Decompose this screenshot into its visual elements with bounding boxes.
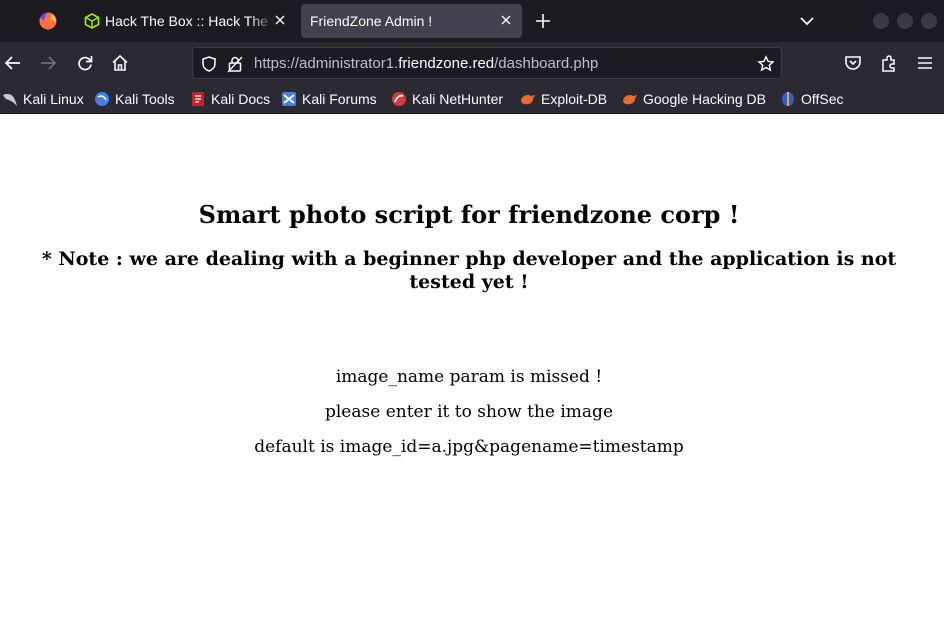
tab-strip: Hack The Box :: Hack The Box FriendZone … bbox=[0, 0, 944, 42]
bookmark-label: Kali Forums bbox=[302, 91, 377, 107]
navigation-toolbar: https://administrator1.friendzone.red/da… bbox=[0, 42, 944, 84]
offsec-icon bbox=[782, 92, 794, 106]
bookmark-kali-linux[interactable]: Kali Linux bbox=[2, 84, 84, 114]
page-content: Smart photo script for friendzone corp !… bbox=[0, 115, 944, 624]
developer-note: * Note : we are dealing with a beginner … bbox=[41, 248, 897, 293]
bookmark-label: Google Hacking DB bbox=[643, 91, 766, 107]
bookmark-label: Kali Docs bbox=[211, 91, 271, 107]
pocket-icon[interactable] bbox=[843, 53, 863, 73]
url-domain: friendzone.red bbox=[398, 55, 495, 72]
shield-icon[interactable] bbox=[200, 55, 218, 73]
bookmark-label: Kali NetHunter bbox=[412, 91, 504, 107]
chevron-down-icon[interactable] bbox=[797, 12, 817, 30]
tab-title: FriendZone Admin ! bbox=[310, 13, 433, 29]
home-icon[interactable] bbox=[110, 53, 130, 73]
close-tab-icon[interactable] bbox=[498, 12, 514, 28]
hamburger-menu-icon[interactable] bbox=[915, 53, 935, 73]
tab-hack-the-box[interactable]: Hack The Box :: Hack The Box bbox=[74, 4, 296, 38]
bookmark-offsec[interactable]: OffSec bbox=[780, 84, 844, 114]
missing-param-message: image_name param is missed ! bbox=[335, 367, 603, 387]
tab-friendzone-admin[interactable]: FriendZone Admin ! bbox=[301, 4, 522, 38]
tab-title: Hack The Box :: Hack The Box bbox=[105, 13, 275, 29]
bookmark-exploit-db[interactable]: Exploit-DB bbox=[520, 84, 607, 114]
bookmark-label: Exploit-DB bbox=[541, 91, 608, 107]
reload-icon[interactable] bbox=[75, 53, 95, 73]
extensions-icon[interactable] bbox=[879, 53, 899, 73]
bookmarks-toolbar: Kali Linux Kali Tools Kali Docs Kali For… bbox=[0, 84, 944, 114]
close-tab-icon[interactable] bbox=[272, 12, 288, 28]
bookmark-star-icon[interactable] bbox=[757, 55, 775, 73]
htb-cube-icon bbox=[84, 13, 100, 29]
bookmark-label: Kali Linux bbox=[23, 91, 84, 107]
bookmark-kali-docs[interactable]: Kali Docs bbox=[190, 84, 270, 114]
default-params-message: default is image_id=a.jpg&pagename=times… bbox=[254, 437, 684, 457]
bookmark-google-hacking-db[interactable]: Google Hacking DB bbox=[622, 84, 766, 114]
bookmark-kali-nethunter[interactable]: Kali NetHunter bbox=[391, 84, 503, 114]
bookmark-kali-tools[interactable]: Kali Tools bbox=[94, 84, 175, 114]
url-path: /dashboard.php bbox=[494, 55, 599, 72]
new-tab-icon[interactable] bbox=[533, 11, 553, 31]
url-text[interactable]: https://administrator1.friendzone.red/da… bbox=[254, 55, 598, 72]
firefox-menu-icon[interactable] bbox=[38, 11, 58, 31]
close-window-button[interactable] bbox=[921, 13, 937, 29]
lock-icon[interactable] bbox=[226, 55, 244, 73]
page-heading: Smart photo script for friendzone corp ! bbox=[198, 200, 740, 229]
kali-nethunter-icon bbox=[392, 92, 406, 106]
enter-param-message: please enter it to show the image bbox=[324, 402, 614, 422]
back-arrow-icon[interactable] bbox=[3, 53, 23, 73]
forward-arrow-icon[interactable] bbox=[38, 53, 58, 73]
kali-tools-icon bbox=[95, 92, 109, 106]
bookmark-label: OffSec bbox=[801, 91, 844, 107]
url-prefix: https://administrator1. bbox=[254, 55, 399, 72]
ghdb-icon bbox=[623, 95, 637, 105]
maximize-button[interactable] bbox=[897, 13, 913, 29]
exploit-db-icon bbox=[521, 95, 535, 105]
bookmark-kali-forums[interactable]: Kali Forums bbox=[281, 84, 377, 114]
address-bar[interactable]: https://administrator1.friendzone.red/da… bbox=[192, 47, 782, 79]
kali-dragon-icon bbox=[3, 94, 17, 106]
kali-forums-icon bbox=[282, 92, 296, 106]
bookmark-label: Kali Tools bbox=[115, 91, 175, 107]
kali-docs-icon bbox=[192, 92, 204, 106]
minimize-button[interactable] bbox=[873, 13, 889, 29]
